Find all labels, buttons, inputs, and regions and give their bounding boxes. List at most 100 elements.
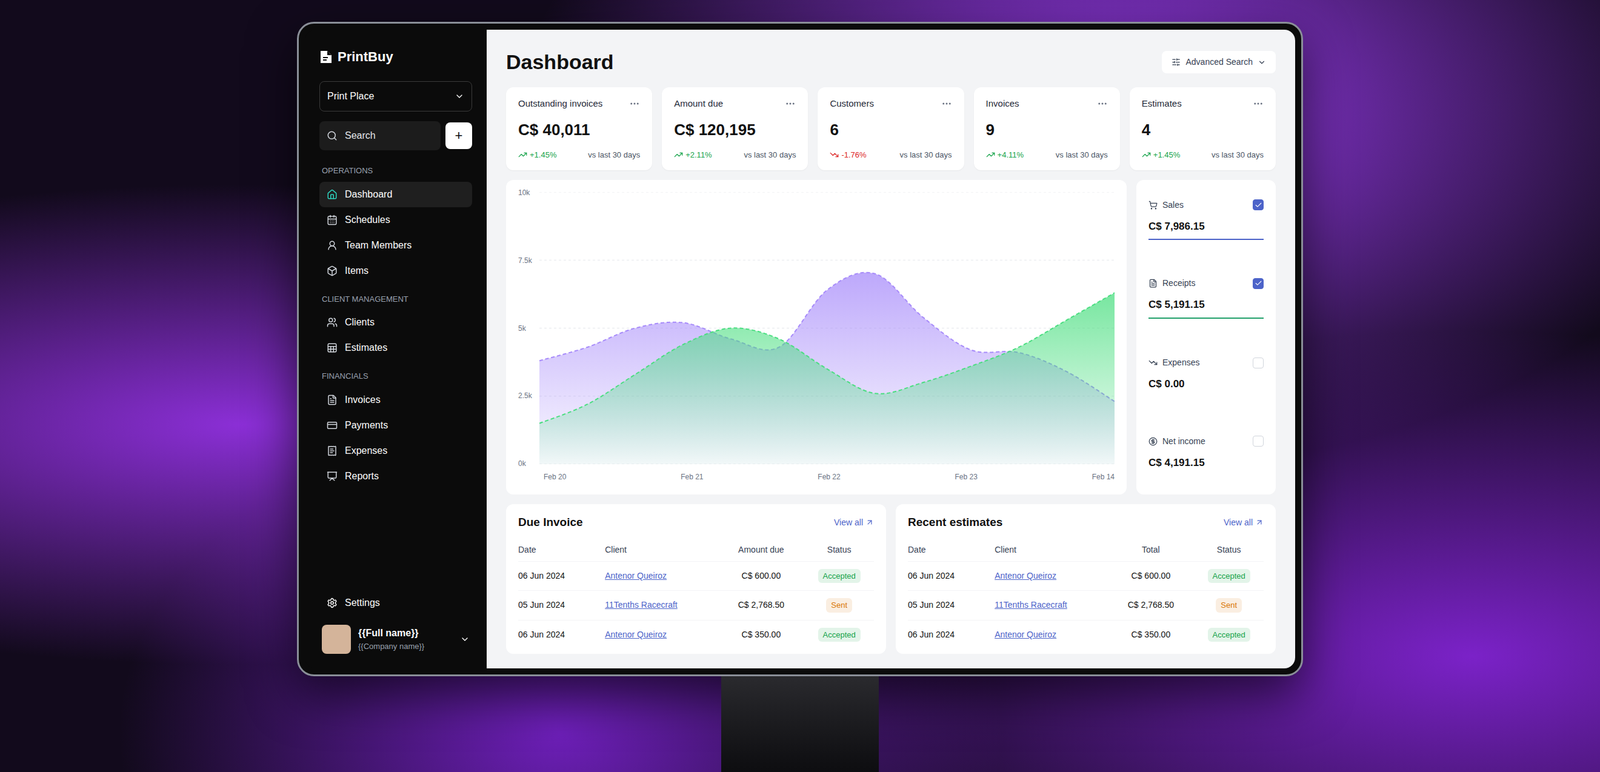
sidebar-section: FINANCIALSInvoicesPaymentsExpensesReport… [319,370,473,490]
stat-card: Amount dueC$ 120,195+2.11%vs last 30 day… [661,87,808,171]
legend-checkbox[interactable] [1252,278,1264,290]
logo-icon [319,49,333,65]
grid-line [539,192,1115,193]
sidebar-item[interactable]: Estimates [319,335,473,361]
settings-item[interactable]: Settings [319,588,473,618]
client-link[interactable]: Antenor Queiroz [604,628,718,642]
more-icon[interactable] [784,98,796,110]
legend-item[interactable]: SalesC$ 7,986.15 [1136,180,1276,259]
avatar [321,624,351,654]
arrow-up-right-icon [1255,518,1264,527]
table: DateClientTotalStatus06 Jun 2024Antenor … [907,538,1264,650]
sidebar-item[interactable]: Clients [319,309,473,336]
page-title: Dashboard [506,46,614,78]
table-row[interactable]: 05 Jun 202411Tenths RacecraftC$ 2,768.50… [907,590,1264,620]
recent-estimates-card: Recent estimatesView allDateClientTotalS… [895,504,1276,654]
sidebar-item[interactable]: Reports [319,463,473,490]
sidebar-item[interactable]: Dashboard [319,181,473,208]
status-badge: Accepted [1207,627,1251,643]
view-all-link[interactable]: View all [1223,516,1264,530]
table: DateClientAmount dueStatus06 Jun 2024Ant… [518,538,874,650]
nav-icon [326,240,338,251]
main-content: Dashboard Advanced Search Outstanding invo… [486,29,1296,669]
user-menu[interactable]: {{Full name}}{{Company name}} [319,624,473,654]
screen: PrintBuy Print Place Search+ OPERATIONSDash… [304,29,1296,669]
legend-icon [1148,278,1158,288]
nav-icon [326,316,338,328]
trend-up-icon [1141,150,1151,160]
more-icon[interactable] [941,98,953,110]
chevron-down-icon [454,91,465,102]
sidebar-item[interactable]: Schedules [319,207,473,233]
sidebar: PrintBuy Print Place Search+ OPERATIONSDash… [304,29,487,669]
more-icon[interactable] [1096,98,1108,110]
check-icon [1254,201,1263,210]
nav-icon [326,342,338,354]
nav-icon [326,189,338,200]
client-link[interactable]: 11Tenths Racecraft [604,598,718,612]
legend-underline [1148,317,1264,319]
client-link[interactable]: Antenor Queiroz [604,569,718,583]
grid-line [539,260,1115,261]
advanced-search-button[interactable]: Advanced Search [1161,50,1276,74]
stat-card: Invoices9+4.11%vs last 30 days [973,87,1120,171]
sidebar-item[interactable]: Invoices [319,387,473,413]
stat-card: Estimates4+1.45%vs last 30 days [1129,87,1276,171]
sidebar-section: OPERATIONSDashboardSchedulesTeam Members… [319,164,473,284]
legend-checkbox[interactable] [1252,199,1264,211]
brand[interactable]: PrintBuy [319,46,473,67]
table-row[interactable]: 06 Jun 2024Antenor QueirozC$ 600.00Accep… [907,561,1264,591]
chevron-down-icon [460,634,470,645]
table-row[interactable]: 05 Jun 202411Tenths RacecraftC$ 2,768.50… [518,590,874,620]
monitor: PrintBuy Print Place Search+ OPERATIONSDash… [296,21,1304,677]
view-all-link[interactable]: View all [833,516,874,530]
nav-icon [326,265,338,277]
chevron-down-icon [1257,58,1267,67]
legend-icon [1148,358,1158,368]
legend-checkbox[interactable] [1252,435,1264,447]
trend-up-icon [673,150,684,160]
section-title: CLIENT MANAGEMENT [319,293,473,306]
table-header: DateClientAmount dueStatus [518,538,874,562]
sidebar-item[interactable]: Expenses [319,438,473,464]
status-badge: Sent [826,598,853,613]
trend-up-icon [518,150,528,160]
chart: 10k7.5k5k2.5k0kFeb 20Feb 21Feb 22Feb 23F… [506,180,1127,495]
table-row[interactable]: 06 Jun 2024Antenor QueirozC$ 350.00Accep… [907,620,1264,650]
legend-icon [1148,200,1158,210]
page: PrintBuy Print Place Search+ OPERATIONSDash… [0,0,1600,772]
search-field[interactable]: Search [319,121,441,151]
stat-card: Customers6-1.76%vs last 30 days [817,87,964,171]
table-row[interactable]: 06 Jun 2024Antenor QueirozC$ 350.00Accep… [518,620,874,650]
stats-row: Outstanding invoicesC$ 40,011+1.45%vs la… [506,87,1276,171]
client-link[interactable]: Antenor Queiroz [994,569,1108,583]
legend-item[interactable]: ReceiptsC$ 5,191.15 [1136,258,1276,338]
sidebar-item[interactable]: Items [319,258,473,284]
workspace-select[interactable]: Print Place [319,81,473,112]
monitor-stand [721,676,879,772]
legend-item[interactable]: ExpensesC$ 0.00 [1136,337,1276,417]
status-badge: Sent [1215,598,1242,613]
x-axis: Feb 20Feb 21Feb 22Feb 23Feb 14 [518,464,1115,483]
sidebar-item[interactable]: Team Members [319,232,473,259]
chart-legend: SalesC$ 7,986.15ReceiptsC$ 5,191.15Expen… [1136,180,1276,495]
sidebar-item[interactable]: Payments [319,412,473,439]
search-icon [326,130,338,142]
nav-icon [326,420,338,431]
arrow-up-right-icon [865,518,874,527]
area-chart [539,192,1115,465]
add-button[interactable]: + [445,122,473,150]
trend-up-icon [986,150,996,160]
table-row[interactable]: 06 Jun 2024Antenor QueirozC$ 600.00Accep… [518,561,874,591]
more-icon[interactable] [629,98,640,110]
check-icon [1254,279,1263,288]
sliders-icon [1171,57,1181,67]
status-badge: Accepted [818,627,861,643]
more-icon[interactable] [1252,98,1264,110]
client-link[interactable]: 11Tenths Racecraft [994,598,1108,612]
sidebar-section: CLIENT MANAGEMENT ClientsEstimates [319,293,473,362]
client-link[interactable]: Antenor Queiroz [994,628,1108,642]
legend-item[interactable]: Net incomeC$ 4,191.15 [1136,415,1276,495]
y-axis: 10k7.5k5k2.5k0k [518,187,533,470]
legend-checkbox[interactable] [1252,357,1264,369]
